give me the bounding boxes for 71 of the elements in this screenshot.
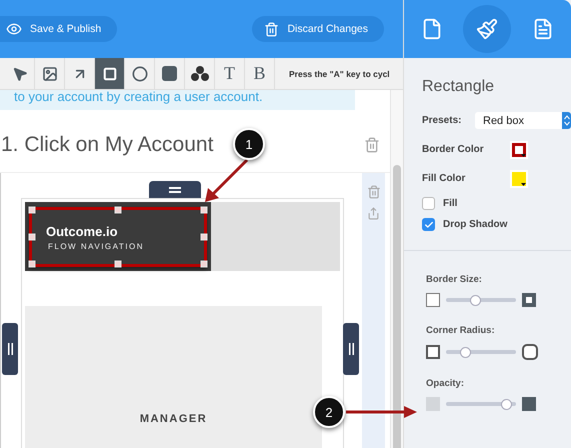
trash-icon[interactable] [364,137,380,153]
numbered-markers-icon [190,66,208,82]
scrollbar-thumb[interactable] [393,165,401,448]
section-label: MANAGER [140,413,208,425]
stepper-icon [564,115,570,126]
eye-icon [6,21,22,37]
color-label: Border Color [422,144,485,155]
rectangle-icon [102,66,116,80]
thick-border-icon [522,293,536,307]
slider-thumb[interactable] [500,398,512,410]
transparent-swatch-icon [426,397,440,411]
step-callout: 1 [233,128,265,160]
check-icon [424,220,434,230]
resize-handle[interactable] [200,260,208,268]
info-banner: to your account by creating a user account. [0,90,355,110]
slider-label: Opacity: [426,378,464,389]
brush-icon [476,18,498,40]
slider-thumb[interactable] [460,346,471,358]
side-handle[interactable] [2,323,18,375]
slider-label: Corner Radius: [426,325,495,336]
publish-button[interactable]: Save & Publish [0,16,118,42]
side-handle[interactable] [343,323,359,375]
image-icon [42,66,58,82]
color-label: Fill Color [422,173,466,184]
discard-button[interactable]: Discard Changes [252,16,384,42]
circle-icon [132,66,148,82]
share-icon[interactable] [367,207,380,220]
text-tool[interactable]: T [215,58,245,89]
arrow-drawing [346,405,418,419]
slider-thumb[interactable] [470,294,481,306]
grip-icon [169,186,181,192]
checkbox[interactable] [422,218,435,231]
logo-subtitle: FLOW NAVIGATION [48,242,144,250]
color-swatch[interactable] [510,170,528,188]
thin-border-icon [426,293,440,307]
presets-select[interactable]: Red box [475,112,571,129]
resize-handle[interactable] [114,206,122,214]
option-label: Fill [443,198,458,209]
presets-label: Presets: [422,115,462,126]
resize-handle[interactable] [114,260,122,268]
resize-handle[interactable] [28,234,36,240]
slider[interactable] [446,398,516,410]
square-corner-icon [426,345,440,359]
arrow-drawing [203,158,249,204]
document-icon [532,18,554,40]
option-label: Drop Shadow [443,219,508,230]
pointer-icon [12,66,28,82]
drag-handle[interactable] [149,181,201,198]
text-tool[interactable]: B [245,58,275,89]
resize-handle[interactable] [28,206,36,214]
round-corner-icon [522,344,538,360]
dropdown-icon [521,182,526,186]
slider-label: Border Size: [426,274,482,285]
trash-icon[interactable] [366,185,380,199]
filled-square-icon [162,66,177,81]
opaque-swatch-icon [522,397,536,411]
resize-handle[interactable] [200,234,208,240]
slider[interactable] [446,294,516,306]
color-swatch[interactable] [510,140,528,158]
resize-handle[interactable] [200,206,208,214]
logo-text: Outcome.io [46,224,118,238]
dropdown-icon [521,154,526,156]
checkbox[interactable] [422,197,435,210]
panel-title: Rectangle [422,78,496,96]
step-title: 1. Click on My Account [1,133,214,157]
trash-icon [264,22,280,36]
selected-rectangle[interactable]: Outcome.io FLOW NAVIGATION [29,207,207,267]
tool-button[interactable] [95,58,125,89]
resize-handle[interactable] [28,260,36,268]
slider[interactable] [446,346,516,358]
hint-text: Press the "A" key to cycl [289,68,390,78]
